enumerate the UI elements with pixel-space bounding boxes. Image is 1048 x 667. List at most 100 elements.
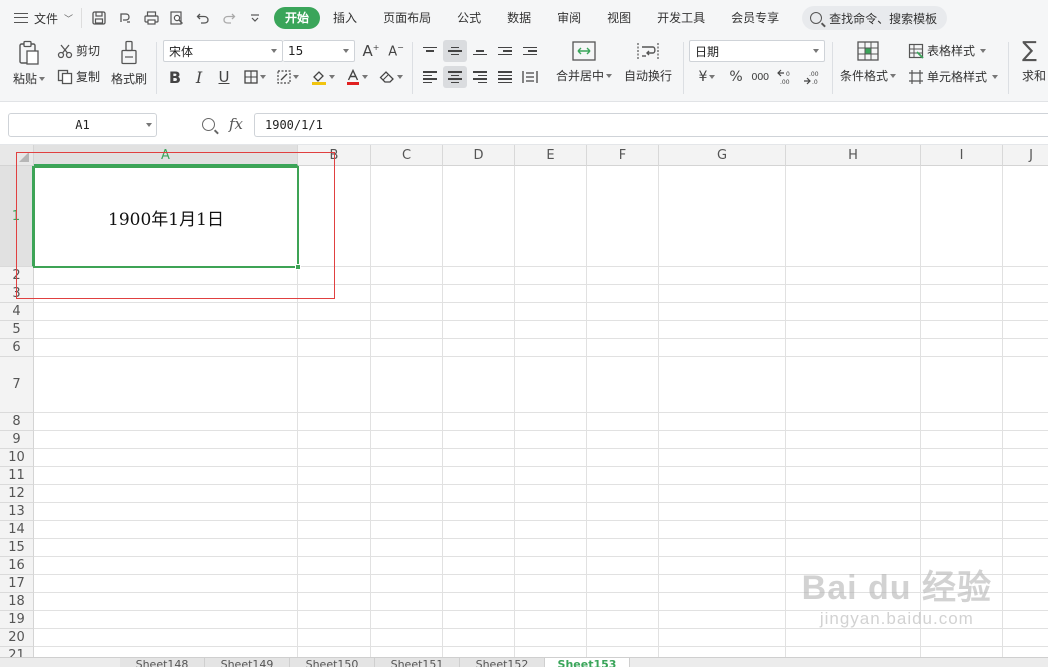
copy-button[interactable]: 复制: [57, 68, 100, 85]
align-bottom-button[interactable]: [468, 40, 492, 62]
merge-center-button[interactable]: 合并居中: [556, 40, 613, 84]
customize-toolbar-icon[interactable]: [244, 7, 266, 29]
row-header-11[interactable]: 11: [0, 467, 34, 485]
font-name-select[interactable]: 宋体: [163, 40, 283, 62]
align-left-button[interactable]: [418, 66, 442, 88]
row-header-9[interactable]: 9: [0, 431, 34, 449]
decrease-indent-button[interactable]: [493, 40, 517, 62]
sheet-tab-sheet151[interactable]: Sheet151: [375, 658, 460, 667]
tab-data[interactable]: 数据: [494, 7, 544, 29]
cell-a1[interactable]: 1900年1月1日: [33, 166, 299, 268]
row-header-17[interactable]: 17: [0, 575, 34, 593]
row-header-4[interactable]: 4: [0, 303, 34, 321]
redo-icon[interactable]: [218, 7, 240, 29]
select-all-corner[interactable]: [0, 145, 34, 166]
file-menu[interactable]: 文件 ﹀: [0, 0, 81, 36]
row-header-14[interactable]: 14: [0, 521, 34, 539]
save-icon[interactable]: [88, 7, 110, 29]
sheet-tab-sheet149[interactable]: Sheet149: [205, 658, 290, 667]
increase-font-size-button[interactable]: A+: [359, 40, 383, 62]
borders-button[interactable]: [240, 66, 270, 88]
column-header-d[interactable]: D: [443, 145, 515, 166]
underline-button[interactable]: U: [212, 66, 236, 88]
italic-button[interactable]: I: [187, 66, 211, 88]
row-header-15[interactable]: 15: [0, 539, 34, 557]
wrap-text-button[interactable]: 自动换行: [624, 40, 672, 84]
tab-insert[interactable]: 插入: [320, 7, 370, 29]
formula-input[interactable]: 1900/1/1: [254, 113, 1048, 137]
row-header-6[interactable]: 6: [0, 339, 34, 357]
tab-formulas[interactable]: 公式: [444, 7, 494, 29]
increase-decimal-button[interactable]: 0.00: [774, 66, 798, 88]
row-header-21[interactable]: 21: [0, 647, 34, 657]
tab-home[interactable]: 开始: [274, 7, 321, 29]
cut-button[interactable]: 剪切: [57, 42, 100, 59]
name-box[interactable]: A1: [8, 113, 157, 137]
tab-page-layout[interactable]: 页面布局: [370, 7, 444, 29]
command-search[interactable]: 查找命令、搜索模板: [802, 6, 948, 30]
decrease-font-size-button[interactable]: A−: [384, 40, 408, 62]
row-header-20[interactable]: 20: [0, 629, 34, 647]
row-header-7[interactable]: 7: [0, 357, 34, 413]
table-style-button[interactable]: 表格样式: [908, 42, 987, 59]
column-header-b[interactable]: B: [298, 145, 371, 166]
tab-member[interactable]: 会员专享: [718, 7, 792, 29]
column-header-i[interactable]: I: [921, 145, 1003, 166]
fill-color-button[interactable]: [307, 66, 339, 88]
tab-review[interactable]: 审阅: [544, 7, 594, 29]
increase-indent-button[interactable]: [518, 40, 542, 62]
row-header-10[interactable]: 10: [0, 449, 34, 467]
print-preview-icon[interactable]: [166, 7, 188, 29]
column-header-f[interactable]: F: [587, 145, 659, 166]
align-center-button[interactable]: [443, 66, 467, 88]
conditional-format-button[interactable]: 条件格式: [840, 40, 897, 84]
row-header-8[interactable]: 8: [0, 413, 34, 431]
row-header-12[interactable]: 12: [0, 485, 34, 503]
sheet-tab-sheet153[interactable]: Sheet153: [545, 658, 630, 667]
row-header-5[interactable]: 5: [0, 321, 34, 339]
justify-button[interactable]: [493, 66, 517, 88]
row-header-13[interactable]: 13: [0, 503, 34, 521]
row-header-18[interactable]: 18: [0, 593, 34, 611]
row-header-2[interactable]: 2: [0, 267, 34, 285]
column-header-a[interactable]: A: [34, 145, 298, 166]
decrease-decimal-button[interactable]: .00.0: [800, 66, 824, 88]
thousands-separator-button[interactable]: 000: [748, 66, 772, 88]
percent-format-button[interactable]: %: [724, 66, 748, 88]
export-icon[interactable]: [114, 7, 136, 29]
column-header-c[interactable]: C: [371, 145, 443, 166]
column-header-e[interactable]: E: [515, 145, 587, 166]
clear-format-button[interactable]: [376, 66, 406, 88]
sheet-tab-sheet150[interactable]: Sheet150: [290, 658, 375, 667]
font-size-select[interactable]: 15: [283, 40, 355, 62]
tab-developer[interactable]: 开发工具: [644, 7, 718, 29]
number-format-select[interactable]: 日期: [689, 40, 825, 62]
column-header-g[interactable]: G: [659, 145, 786, 166]
column-header-j[interactable]: J: [1003, 145, 1048, 166]
fill-handle[interactable]: [295, 264, 301, 270]
paste-button[interactable]: 粘贴: [13, 40, 46, 87]
row-header-16[interactable]: 16: [0, 557, 34, 575]
row-header-1[interactable]: 1: [0, 166, 34, 267]
tab-view[interactable]: 视图: [594, 7, 644, 29]
sheet-tab-sheet152[interactable]: Sheet152: [460, 658, 545, 667]
fill-pattern-button[interactable]: [273, 66, 303, 88]
row-header-19[interactable]: 19: [0, 611, 34, 629]
align-right-button[interactable]: [468, 66, 492, 88]
insert-function-button[interactable]: fx: [229, 115, 243, 133]
worksheet-grid[interactable]: ABCDEFGHIJ 1 2 3 4 5 6 7 8 9 10 11 12 13 14 15 16 17 18 19…: [0, 145, 1048, 657]
sum-button[interactable]: ∑ 求和: [1022, 40, 1046, 84]
zoom-icon[interactable]: [202, 118, 215, 131]
format-painter-button[interactable]: 格式刷: [111, 40, 147, 87]
sheet-tab-sheet148[interactable]: Sheet148: [120, 658, 205, 667]
font-color-button[interactable]: [342, 66, 372, 88]
align-top-button[interactable]: [418, 40, 442, 62]
undo-icon[interactable]: [192, 7, 214, 29]
column-header-h[interactable]: H: [786, 145, 921, 166]
bold-button[interactable]: B: [163, 66, 187, 88]
cell-style-button[interactable]: 单元格样式: [908, 68, 999, 85]
currency-format-button[interactable]: ¥: [692, 66, 722, 88]
row-header-3[interactable]: 3: [0, 285, 34, 303]
distributed-align-button[interactable]: [518, 66, 542, 88]
print-icon[interactable]: [140, 7, 162, 29]
